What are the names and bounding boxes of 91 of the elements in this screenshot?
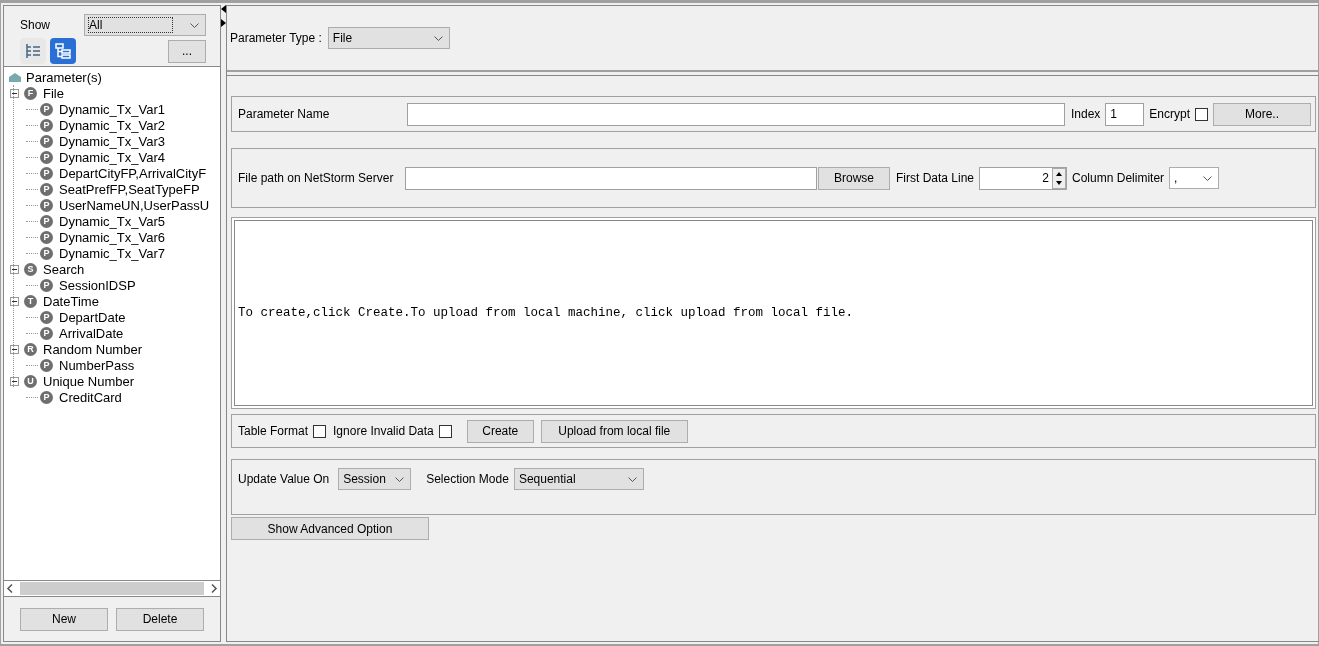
parameter-name-label: Parameter Name: [238, 107, 331, 121]
tree-item[interactable]: Dynamic_Tx_Var5: [59, 213, 165, 229]
collapse-icon[interactable]: [10, 296, 19, 306]
badge-icon: P: [40, 326, 53, 340]
column-delimiter-dropdown[interactable]: ,: [1169, 167, 1220, 189]
badge-icon: P: [40, 310, 53, 324]
index-label: Index: [1071, 107, 1101, 121]
tree-item[interactable]: DateTime: [43, 293, 99, 309]
message-text: To create,click Create.To upload from local machine, click upload from local file.: [234, 220, 1314, 406]
house-icon: [8, 71, 22, 83]
tree-item[interactable]: Dynamic_Tx_Var1: [59, 101, 165, 117]
tree-icon: [54, 42, 72, 60]
file-path-field[interactable]: [405, 166, 817, 190]
badge-icon: S: [24, 262, 37, 276]
badge-icon: R: [24, 342, 37, 356]
parameter-type-label: Parameter Type :: [230, 31, 322, 45]
badge-icon: P: [40, 246, 53, 260]
tree-item[interactable]: Dynamic_Tx_Var6: [59, 229, 165, 245]
encrypt-label: Encrypt: [1149, 107, 1191, 121]
caret-icon: [395, 476, 405, 482]
tree-item[interactable]: Dynamic_Tx_Var3: [59, 133, 165, 149]
badge-icon: P: [40, 198, 53, 212]
tree-item[interactable]: Dynamic_Tx_Var7: [59, 245, 165, 261]
tree-item[interactable]: SessionIDSP: [59, 277, 136, 293]
badge-icon: P: [40, 230, 53, 244]
tree-item[interactable]: Search: [43, 261, 85, 277]
caret-icon: [1203, 175, 1213, 181]
list-view-button[interactable]: [20, 38, 46, 64]
show-label: Show: [20, 18, 52, 32]
list-icon: [24, 42, 42, 60]
show-advanced-option-button[interactable]: Show Advanced Option: [231, 517, 429, 540]
parameter-type-dropdown[interactable]: File: [327, 27, 450, 49]
splitter-arrows-icon[interactable]: [221, 5, 226, 27]
tree-item[interactable]: Dynamic_Tx_Var4: [59, 149, 165, 165]
horizontal-scrollbar[interactable]: [4, 581, 220, 597]
more-button[interactable]: ...: [168, 39, 206, 63]
badge-icon: P: [40, 118, 53, 132]
collapse-icon[interactable]: [10, 88, 19, 98]
browse-button[interactable]: Browse: [818, 166, 890, 190]
tree-item[interactable]: ArrivalDate: [59, 325, 124, 341]
badge-icon: P: [40, 358, 53, 372]
checkbox[interactable]: [438, 424, 452, 438]
collapse-icon[interactable]: [10, 344, 19, 354]
tree-item[interactable]: Random Number: [43, 341, 142, 357]
column-delimiter-label: Column Delimiter: [1072, 171, 1165, 185]
first-data-line-label: First Data Line: [896, 171, 975, 185]
tree-item[interactable]: NumberPass: [59, 357, 135, 373]
badge-icon: P: [40, 134, 53, 148]
tree-item[interactable]: Parameter(s): [26, 69, 102, 85]
update-value-dropdown[interactable]: Session: [338, 468, 412, 490]
tree-item[interactable]: CreditCard: [59, 389, 122, 405]
tree-item[interactable]: File: [43, 85, 64, 101]
badge-icon: P: [40, 390, 53, 404]
selection-mode-dropdown[interactable]: Sequential: [513, 468, 644, 490]
caret-icon: [627, 476, 637, 482]
parameter-name-field[interactable]: [407, 102, 1065, 126]
tree-item[interactable]: UserNameUN,UserPassU: [59, 197, 210, 213]
upload-button[interactable]: Upload from local file: [540, 419, 688, 443]
badge-icon: F: [24, 86, 37, 100]
badge-icon: P: [40, 214, 53, 228]
tree-item[interactable]: Dynamic_Tx_Var2: [59, 117, 165, 133]
badge-icon: U: [24, 374, 37, 388]
badge-icon: P: [40, 166, 53, 180]
first-data-line-spinner[interactable]: 2: [979, 166, 1068, 190]
file-path-label: File path on NetStorm Server: [238, 171, 395, 185]
caret-icon: [433, 35, 443, 41]
checkbox[interactable]: [313, 424, 327, 438]
collapse-icon[interactable]: [10, 376, 19, 386]
collapse-icon[interactable]: [10, 264, 19, 274]
badge-icon: P: [40, 102, 53, 116]
tree-item[interactable]: DepartDate: [59, 309, 126, 325]
tree-item[interactable]: SeatPrefFP,SeatTypeFP: [59, 181, 200, 197]
update-value-label: Update Value On: [238, 471, 330, 488]
tree-item[interactable]: DepartCityFP,ArrivalCityF: [59, 165, 207, 181]
more-button[interactable]: More..: [1213, 102, 1312, 126]
badge-icon: P: [40, 182, 53, 196]
create-button[interactable]: Create: [466, 419, 534, 443]
tree-item[interactable]: Unique Number: [43, 373, 135, 389]
delete-button[interactable]: Delete: [116, 607, 204, 631]
table-format-label: Table Format: [238, 424, 309, 438]
index-field[interactable]: 1: [1105, 102, 1145, 126]
checkbox[interactable]: [1195, 107, 1209, 121]
badge-icon: P: [40, 278, 53, 292]
tree-view-button[interactable]: [50, 38, 76, 64]
caret-icon: [190, 22, 199, 28]
new-button[interactable]: New: [20, 607, 108, 631]
badge-icon: T: [24, 294, 37, 308]
badge-icon: P: [40, 150, 53, 164]
show-dropdown[interactable]: All: [84, 14, 206, 36]
ignore-invalid-data-label: Ignore Invalid Data: [333, 424, 434, 438]
selection-mode-label: Selection Mode: [426, 471, 509, 488]
